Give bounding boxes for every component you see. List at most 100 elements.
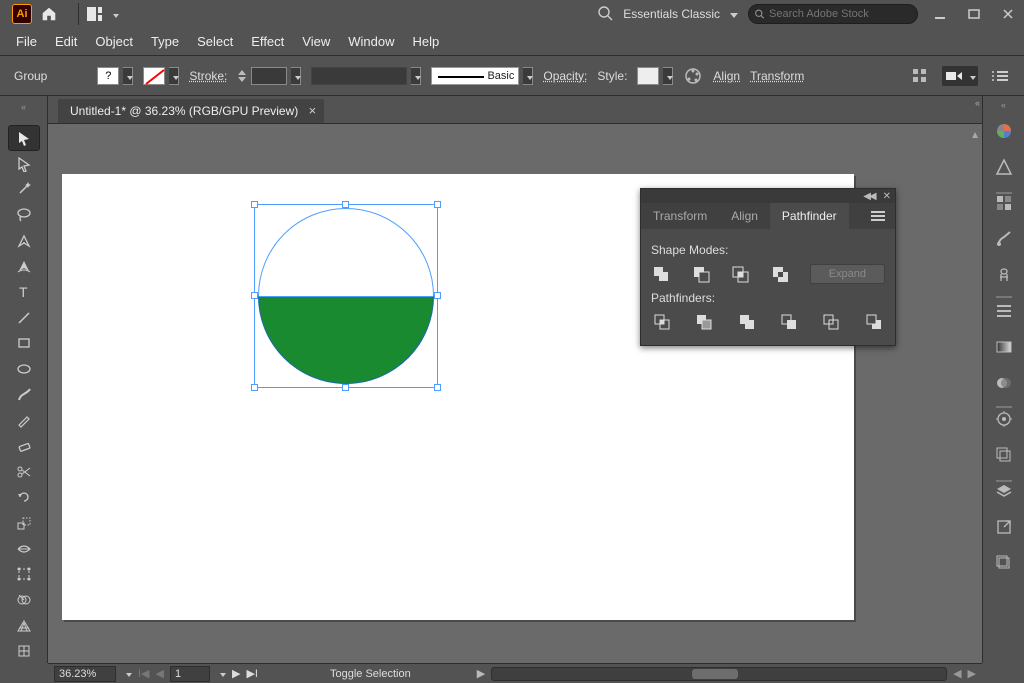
brushes-panel-icon[interactable] — [991, 226, 1017, 252]
status-hint-play-icon[interactable]: ▶ — [477, 667, 485, 680]
paintbrush-tool[interactable] — [9, 383, 39, 407]
curvature-tool[interactable] — [9, 254, 39, 278]
line-tool[interactable] — [9, 306, 39, 330]
selection-tool[interactable] — [9, 126, 39, 150]
rotate-tool[interactable] — [9, 485, 39, 509]
pencil-tool[interactable] — [9, 408, 39, 432]
stroke-label[interactable]: Stroke: — [189, 69, 227, 83]
panel-tab-align[interactable]: Align — [719, 203, 770, 229]
variable-width-profile[interactable] — [311, 67, 421, 85]
opacity-label[interactable]: Opacity: — [543, 69, 587, 83]
selection-handle[interactable] — [434, 384, 441, 391]
close-button[interactable] — [996, 4, 1020, 24]
ellipse-tool[interactable] — [9, 357, 39, 381]
isolate-group-icon[interactable] — [910, 66, 930, 86]
transparency-panel-icon[interactable] — [991, 370, 1017, 396]
zoom-level-field[interactable]: 36.23% — [54, 666, 116, 682]
perspective-grid-tool[interactable] — [9, 614, 39, 638]
scroll-right-icon[interactable]: ▶ — [968, 667, 976, 680]
panel-collapse-icon[interactable]: ◀◀ — [863, 191, 874, 202]
recolor-artwork-icon[interactable] — [683, 66, 703, 86]
menu-select[interactable]: Select — [197, 34, 233, 49]
shapemode-unite-icon[interactable] — [651, 263, 671, 285]
pathfinder-merge-icon[interactable] — [736, 311, 758, 333]
eraser-tool[interactable] — [9, 434, 39, 458]
scale-tool[interactable] — [9, 511, 39, 535]
align-to-selection[interactable] — [942, 66, 978, 86]
horizontal-scrollbar[interactable] — [491, 667, 947, 681]
panel-tab-pathfinder[interactable]: Pathfinder — [770, 203, 849, 229]
gradient-panel-icon[interactable] — [991, 334, 1017, 360]
pathfinder-divide-icon[interactable] — [651, 311, 673, 333]
brush-definition[interactable]: Basic — [431, 67, 533, 85]
selection-handle[interactable] — [251, 384, 258, 391]
search-stock-input[interactable] — [769, 8, 911, 20]
minimize-button[interactable] — [928, 4, 952, 24]
direct-selection-tool[interactable] — [9, 152, 39, 176]
transform-link[interactable]: Transform — [750, 69, 804, 83]
pathfinder-outline-icon[interactable] — [820, 311, 842, 333]
shapemode-minus-front-icon[interactable] — [691, 263, 711, 285]
graphic-style[interactable] — [637, 67, 673, 85]
selection-handle[interactable] — [342, 201, 349, 208]
search-stock-field[interactable] — [748, 4, 918, 24]
asset-export-panel-icon[interactable] — [991, 514, 1017, 540]
stroke-weight-field[interactable] — [237, 67, 301, 85]
align-link[interactable]: Align — [713, 69, 740, 83]
workspace-switcher[interactable]: Essentials Classic — [623, 7, 738, 21]
selection-handle[interactable] — [251, 201, 258, 208]
pathfinder-crop-icon[interactable] — [778, 311, 800, 333]
pathfinder-panel[interactable]: ◀◀ ✕ Transform Align Pathfinder Shape Mo… — [640, 188, 896, 346]
panel-tab-transform[interactable]: Transform — [641, 203, 719, 229]
panel-close-icon[interactable]: ✕ — [883, 191, 891, 202]
menu-type[interactable]: Type — [151, 34, 179, 49]
nav-last-icon[interactable]: ▶I — [246, 667, 258, 680]
color-panel-icon[interactable] — [991, 118, 1017, 144]
artboard-dropdown-icon[interactable] — [216, 668, 226, 680]
shapemode-intersect-icon[interactable] — [730, 263, 750, 285]
arrange-documents-button[interactable] — [87, 7, 119, 21]
scissors-tool[interactable] — [9, 460, 39, 484]
home-icon[interactable] — [40, 5, 58, 23]
menu-file[interactable]: File — [16, 34, 37, 49]
width-tool[interactable] — [9, 537, 39, 561]
pathfinder-minus-back-icon[interactable] — [863, 311, 885, 333]
lasso-tool[interactable] — [9, 203, 39, 227]
panel-titlebar[interactable]: ◀◀ ✕ — [641, 189, 895, 203]
scrollbar-thumb[interactable] — [692, 669, 738, 679]
document-tab[interactable]: Untitled-1* @ 36.23% (RGB/GPU Preview) × — [58, 99, 324, 123]
appearance-panel-icon[interactable] — [991, 406, 1017, 432]
stroke-panel-icon[interactable] — [991, 298, 1017, 324]
selection-bounding-box[interactable] — [254, 204, 438, 388]
pathfinder-trim-icon[interactable] — [693, 311, 715, 333]
artboard-number-field[interactable]: 1 — [170, 666, 210, 682]
fill-swatch[interactable]: ? — [97, 67, 133, 85]
menu-edit[interactable]: Edit — [55, 34, 77, 49]
selection-handle[interactable] — [342, 384, 349, 391]
menu-view[interactable]: View — [302, 34, 330, 49]
symbols-panel-icon[interactable] — [991, 262, 1017, 288]
selection-handle[interactable] — [434, 292, 441, 299]
menu-object[interactable]: Object — [95, 34, 133, 49]
artboards-panel-icon[interactable] — [991, 550, 1017, 576]
nav-next-icon[interactable]: ▶ — [232, 667, 240, 680]
menu-window[interactable]: Window — [348, 34, 394, 49]
color-guide-panel-icon[interactable] — [991, 154, 1017, 180]
graphic-styles-panel-icon[interactable] — [991, 442, 1017, 468]
selection-handle[interactable] — [434, 201, 441, 208]
menu-effect[interactable]: Effect — [251, 34, 284, 49]
panel-menu-icon[interactable] — [990, 66, 1010, 86]
selection-handle[interactable] — [251, 292, 258, 299]
scroll-left-icon[interactable]: ◀ — [953, 667, 961, 680]
pen-tool[interactable] — [9, 229, 39, 253]
nav-first-icon[interactable]: I◀ — [138, 667, 150, 680]
type-tool[interactable]: T — [9, 280, 39, 304]
magic-wand-tool[interactable] — [9, 177, 39, 201]
search-icon[interactable] — [597, 5, 613, 24]
stroke-swatch[interactable] — [143, 67, 179, 85]
shapemode-exclude-icon[interactable] — [770, 263, 790, 285]
shape-builder-tool[interactable] — [9, 588, 39, 612]
close-tab-icon[interactable]: × — [309, 103, 317, 118]
mesh-tool[interactable] — [9, 639, 39, 663]
nav-prev-icon[interactable]: ◀ — [156, 667, 164, 680]
